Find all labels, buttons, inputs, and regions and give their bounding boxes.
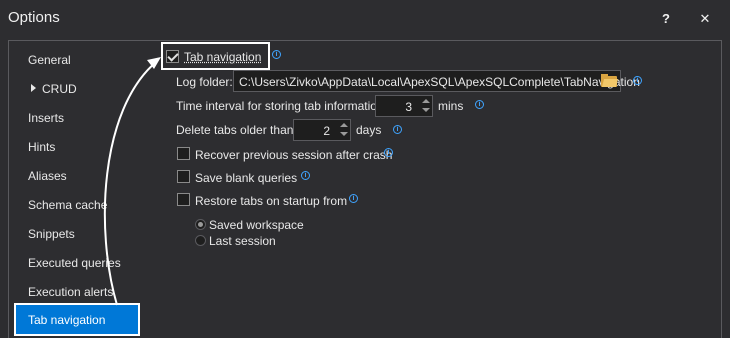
tab-navigation-checkbox[interactable] [166,50,179,63]
save-blank-checkbox[interactable] [177,170,190,183]
delete-tabs-stepper[interactable]: 2 [293,119,351,141]
sidebar-item-inserts[interactable]: Inserts [28,111,64,125]
info-icon: i [272,50,281,59]
recover-session-label[interactable]: Recover previous session after crash [195,148,392,162]
info-icon: i [475,100,484,109]
expand-caret-icon[interactable] [31,84,36,92]
sidebar-item-aliases[interactable]: Aliases [28,169,67,183]
title-bar: Options ? ✕ [0,0,730,38]
interval-value: 3 [405,100,412,114]
sidebar-item-label: Tab navigation [28,313,106,327]
restore-tabs-checkbox[interactable] [177,193,190,206]
chevron-down-icon[interactable] [422,108,430,112]
sidebar-item-tab-navigation[interactable]: Tab navigation [14,303,140,336]
sidebar-item-schema-cache[interactable]: Schema cache [28,198,107,212]
chevron-up-icon[interactable] [340,123,348,127]
sidebar-item-snippets[interactable]: Snippets [28,227,75,241]
saved-workspace-radio[interactable] [195,219,206,230]
log-folder-input[interactable]: C:\Users\Zivko\AppData\Local\ApexSQL\Ape… [233,70,640,92]
close-button[interactable]: ✕ [695,10,715,28]
save-blank-label[interactable]: Save blank queries [195,171,297,185]
info-icon: i [301,171,310,180]
interval-unit: mins [438,99,464,113]
chevron-down-icon[interactable] [340,132,348,136]
help-button[interactable]: ? [656,10,676,28]
chevron-up-icon[interactable] [422,99,430,103]
last-session-label[interactable]: Last session [209,234,276,248]
restore-tabs-label[interactable]: Restore tabs on startup from [195,194,347,208]
sidebar-item-general[interactable]: General [28,53,71,67]
info-icon: i [633,76,642,85]
info-icon: i [349,194,358,203]
delete-tabs-unit: days [356,123,382,137]
sidebar-item-hints[interactable]: Hints [28,140,55,154]
sidebar-item-executed-queries[interactable]: Executed queries [28,256,121,270]
log-folder-value: C:\Users\Zivko\AppData\Local\ApexSQL\Ape… [239,75,640,89]
tab-navigation-label[interactable]: Tab navigation [184,50,261,64]
spinner-arrows[interactable] [421,96,431,116]
sidebar-item-crud[interactable]: CRUD [42,82,77,96]
delete-tabs-value: 2 [323,124,330,138]
interval-label: Time interval for storing tab informatio… [176,99,387,113]
sidebar-item-execution-alerts[interactable]: Execution alerts [28,285,113,299]
log-folder-label: Log folder: [176,75,233,89]
interval-stepper[interactable]: 3 [375,95,433,117]
recover-session-checkbox[interactable] [177,147,190,160]
window-title: Options [8,9,60,26]
last-session-radio[interactable] [195,235,206,246]
info-icon: i [393,125,402,134]
info-icon: i [384,148,393,157]
saved-workspace-label[interactable]: Saved workspace [209,218,304,232]
spinner-arrows[interactable] [339,120,349,140]
delete-tabs-label: Delete tabs older than: [176,123,297,137]
folder-icon[interactable] [601,74,619,87]
